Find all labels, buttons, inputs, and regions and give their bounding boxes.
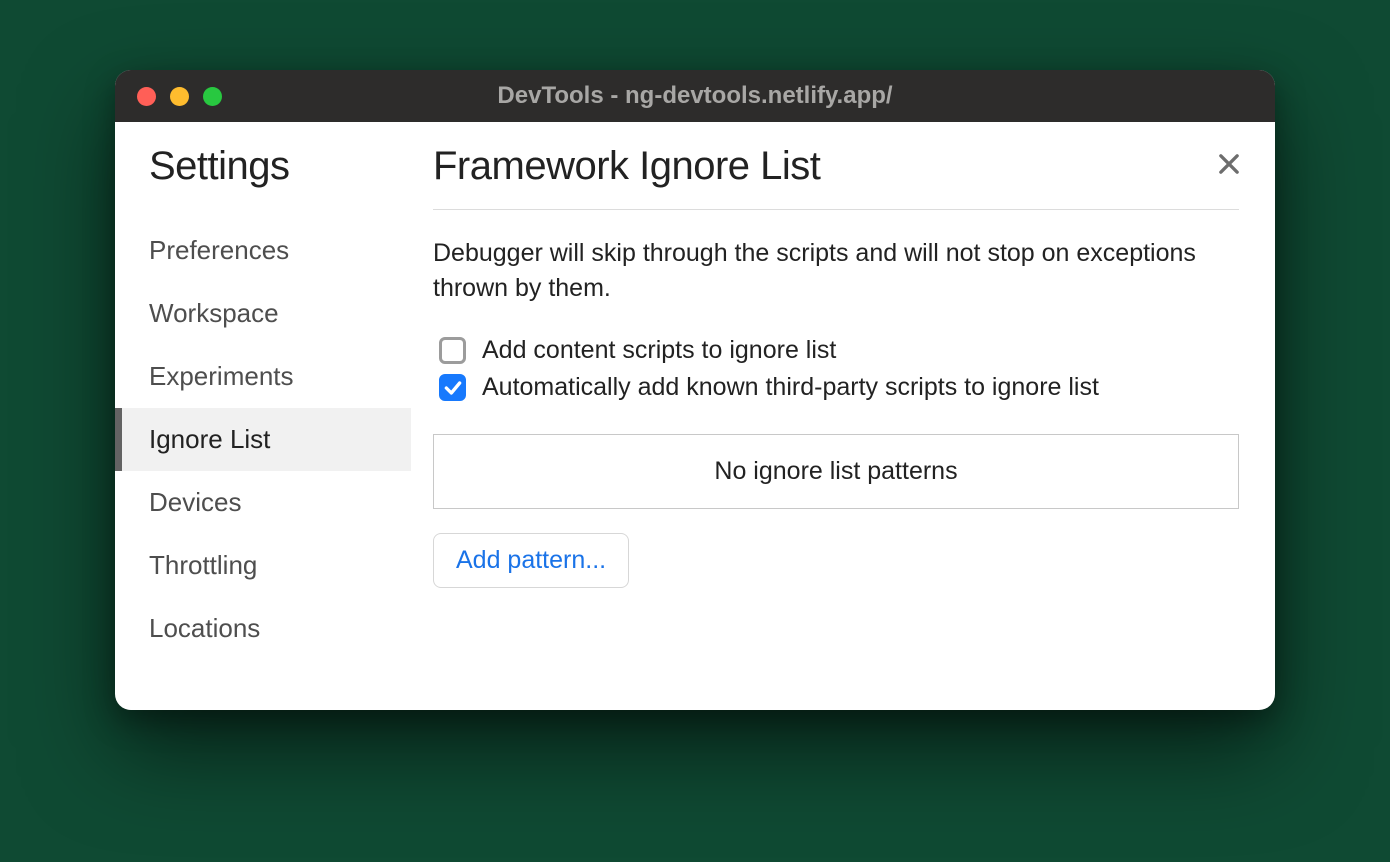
settings-panel: Framework Ignore List Debugger will skip…: [411, 144, 1275, 710]
patterns-empty-label: No ignore list patterns: [714, 457, 957, 485]
sidebar-item-throttling[interactable]: Throttling: [115, 534, 411, 597]
minimize-window-button[interactable]: [170, 87, 189, 106]
option-add-content-scripts[interactable]: Add content scripts to ignore list: [439, 336, 1239, 365]
checkbox-checked-icon[interactable]: [439, 374, 466, 401]
sidebar-item-label: Locations: [149, 613, 260, 643]
sidebar-item-locations[interactable]: Locations: [115, 597, 411, 660]
settings-nav: Preferences Workspace Experiments Ignore…: [149, 219, 411, 660]
sidebar-item-label: Workspace: [149, 298, 279, 328]
add-pattern-button[interactable]: Add pattern...: [433, 533, 629, 588]
sidebar-item-label: Preferences: [149, 235, 289, 265]
option-label: Automatically add known third-party scri…: [482, 373, 1099, 402]
maximize-window-button[interactable]: [203, 87, 222, 106]
sidebar-item-preferences[interactable]: Preferences: [115, 219, 411, 282]
sidebar-heading: Settings: [149, 144, 411, 189]
panel-description: Debugger will skip through the scripts a…: [433, 236, 1239, 306]
sidebar-item-devices[interactable]: Devices: [115, 471, 411, 534]
sidebar-item-label: Ignore List: [149, 424, 270, 454]
window-title: DevTools - ng-devtools.netlify.app/: [497, 82, 892, 110]
traffic-lights: [137, 87, 222, 106]
sidebar-item-label: Experiments: [149, 361, 294, 391]
sidebar-item-label: Throttling: [149, 550, 257, 580]
window-titlebar: DevTools - ng-devtools.netlify.app/: [115, 70, 1275, 122]
ignore-list-patterns-box: No ignore list patterns: [433, 434, 1239, 509]
devtools-settings-window: DevTools - ng-devtools.netlify.app/ Sett…: [115, 70, 1275, 710]
ignore-list-options: Add content scripts to ignore list Autom…: [439, 336, 1239, 402]
sidebar-item-label: Devices: [149, 487, 241, 517]
sidebar-item-workspace[interactable]: Workspace: [115, 282, 411, 345]
add-pattern-label: Add pattern...: [456, 546, 606, 574]
settings-content: Settings Preferences Workspace Experimen…: [115, 122, 1275, 710]
sidebar-item-ignore-list[interactable]: Ignore List: [115, 408, 411, 471]
checkbox-unchecked-icon[interactable]: [439, 337, 466, 364]
panel-heading: Framework Ignore List: [433, 144, 1239, 210]
close-icon[interactable]: [1215, 150, 1243, 178]
close-window-button[interactable]: [137, 87, 156, 106]
option-auto-add-third-party[interactable]: Automatically add known third-party scri…: [439, 373, 1239, 402]
settings-sidebar: Settings Preferences Workspace Experimen…: [115, 144, 411, 710]
sidebar-item-experiments[interactable]: Experiments: [115, 345, 411, 408]
option-label: Add content scripts to ignore list: [482, 336, 836, 365]
